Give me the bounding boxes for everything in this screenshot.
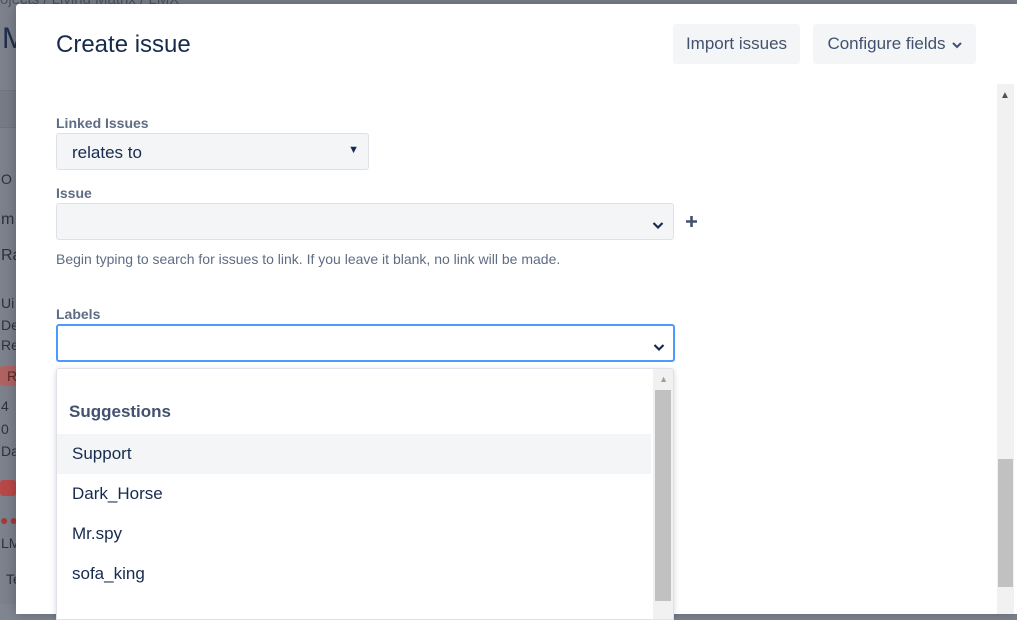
import-issues-button[interactable]: Import issues — [673, 24, 800, 64]
suggestions-heading: Suggestions — [69, 402, 172, 421]
background-text: 4 — [1, 398, 9, 414]
labels-label: Labels — [56, 306, 101, 322]
suggestion-item[interactable]: Mr.spy — [57, 514, 651, 554]
linked-issues-label: Linked Issues — [56, 115, 149, 131]
dropdown-scrollbar-thumb[interactable] — [655, 390, 671, 601]
configure-fields-button[interactable]: Configure fields — [813, 24, 976, 64]
linked-issues-value: relates to — [72, 143, 142, 162]
background-text: m — [1, 211, 15, 228]
create-issue-modal: Create issue Import issues Configure fie… — [16, 4, 1017, 620]
scroll-up-icon[interactable]: ▲ — [1000, 90, 1010, 101]
chevron-down-icon — [951, 34, 962, 54]
chevron-down-icon — [652, 217, 664, 235]
background-text: Ui — [1, 295, 15, 311]
suggestion-item[interactable]: sofa_king — [57, 554, 651, 594]
import-issues-label: Import issues — [685, 34, 788, 53]
scroll-up-icon[interactable]: ▲ — [659, 374, 668, 384]
add-issue-icon[interactable] — [685, 215, 698, 233]
suggestion-item[interactable]: Dark_Horse — [57, 474, 651, 514]
labels-suggestions-dropdown: Suggestions Support Dark_Horse Mr.spy so… — [56, 368, 674, 620]
chevron-down-icon — [653, 339, 665, 357]
issue-label: Issue — [56, 185, 92, 201]
modal-scrollbar-thumb[interactable] — [998, 459, 1013, 587]
linked-issues-select[interactable]: relates to ▼ — [56, 133, 369, 170]
suggestion-item[interactable]: Support — [57, 434, 651, 474]
labels-input[interactable] — [56, 324, 675, 362]
issue-picker[interactable] — [56, 203, 674, 240]
issue-help-text: Begin typing to search for issues to lin… — [56, 251, 561, 267]
caret-down-icon: ▼ — [348, 144, 359, 156]
configure-fields-label: Configure fields — [827, 34, 946, 53]
background-text: 0 — [1, 421, 9, 437]
background-icon — [0, 480, 16, 496]
modal-title: Create issue — [56, 31, 191, 58]
